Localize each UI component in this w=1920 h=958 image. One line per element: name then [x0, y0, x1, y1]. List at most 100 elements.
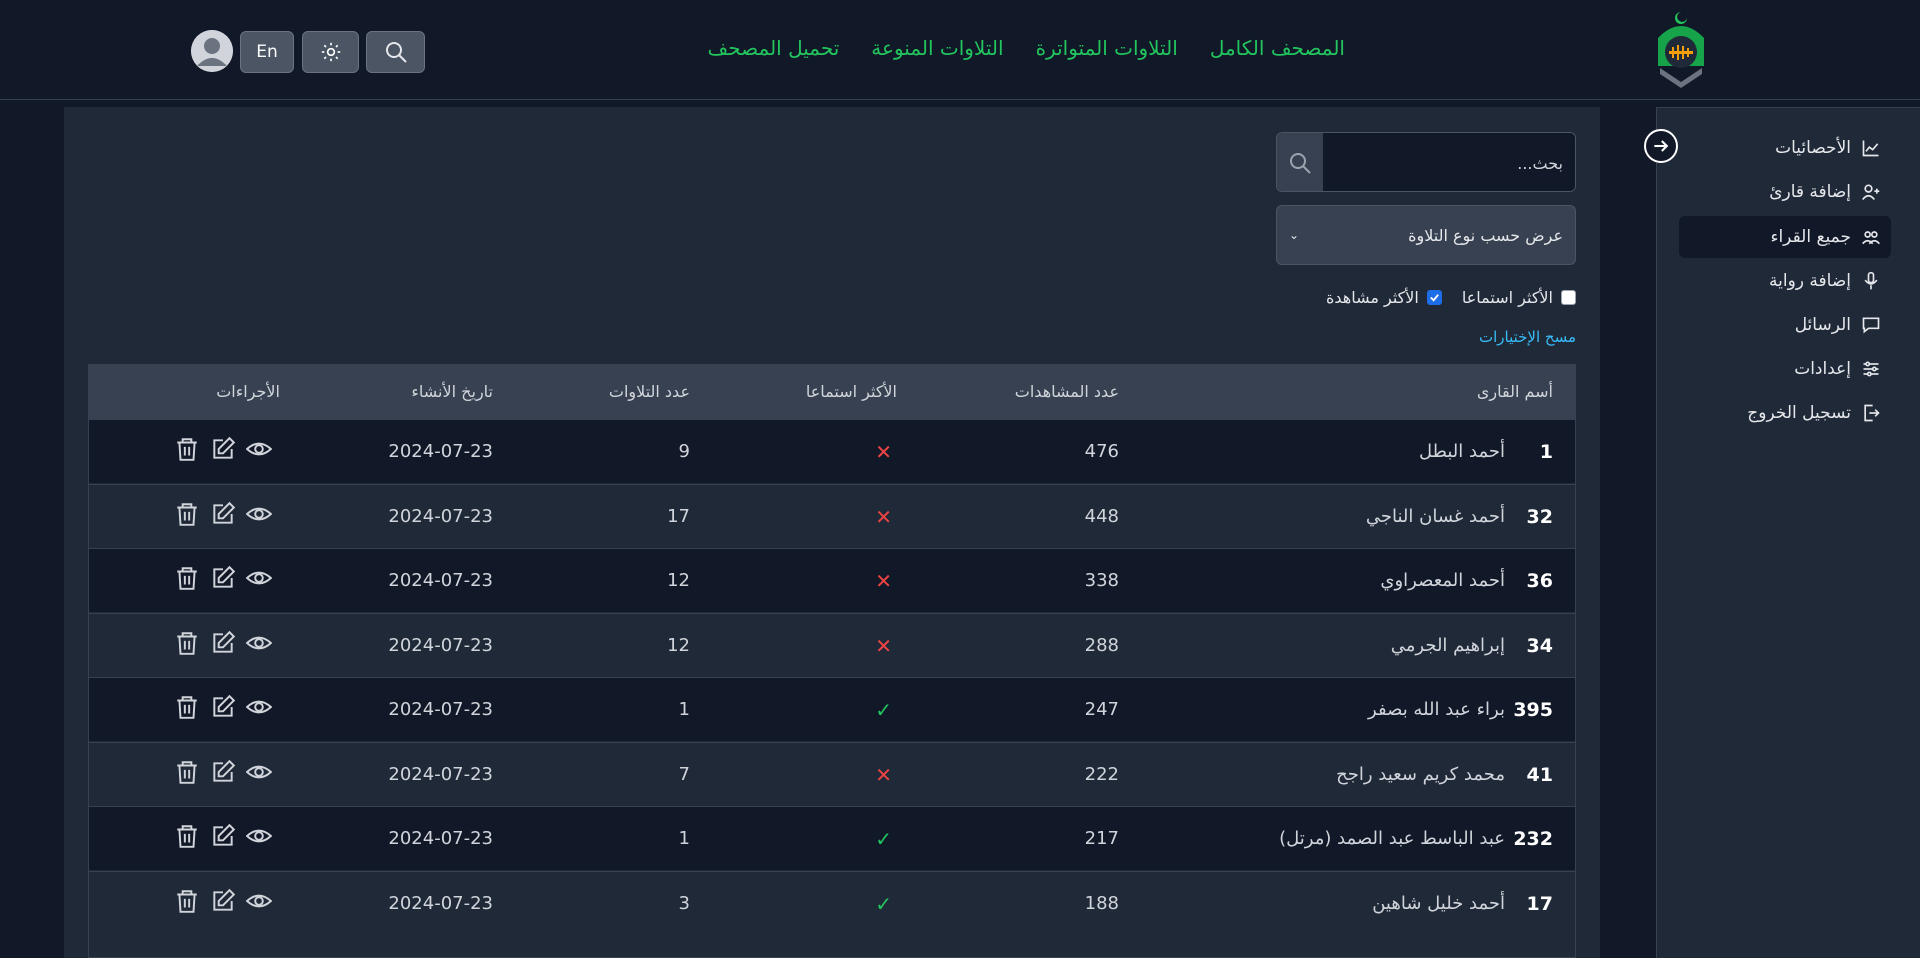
reciter-id: 36	[1526, 570, 1553, 592]
sliders-icon	[1863, 361, 1879, 377]
table-row: 232 عبد الباسط عبد الصمد (مرتل) 217 ✓ 1 …	[89, 806, 1575, 870]
checkbox-label: الأكثر استماعا	[1461, 288, 1553, 307]
row-actions	[173, 563, 273, 593]
nav-various-recitations[interactable]: التلاوات المنوعة	[871, 36, 1003, 60]
filter-checkboxes: الأكثر استماعا الأكثر مشاهدة	[1326, 288, 1576, 307]
users-icon	[1862, 231, 1880, 245]
view-icon[interactable]	[245, 821, 273, 851]
clear-filters-link[interactable]: مسح الإختيارات	[1479, 328, 1576, 346]
recitations-count: 12	[667, 570, 690, 591]
sidebar-item-settings[interactable]: إعدادات	[1679, 348, 1891, 390]
row-actions	[173, 434, 273, 464]
view-icon[interactable]	[245, 757, 273, 787]
delete-icon[interactable]	[173, 692, 201, 722]
edit-icon[interactable]	[209, 563, 237, 593]
delete-icon[interactable]	[173, 628, 201, 658]
recitations-count: 9	[678, 441, 690, 462]
most-listened-filter[interactable]: الأكثر استماعا	[1462, 288, 1576, 307]
view-icon[interactable]	[245, 499, 273, 529]
header-created[interactable]: تاريخ الأنشاء	[411, 365, 493, 419]
avatar[interactable]	[191, 30, 233, 72]
reciter-id: 232	[1513, 828, 1553, 850]
microphone-icon	[1864, 271, 1878, 290]
most-viewed-checkbox[interactable]	[1426, 290, 1442, 305]
search-button[interactable]	[366, 31, 425, 73]
most-viewed-filter[interactable]: الأكثر مشاهدة	[1326, 288, 1442, 307]
language-button[interactable]: En	[240, 31, 294, 73]
logout-icon	[1864, 404, 1880, 422]
theme-toggle-button[interactable]	[302, 31, 359, 73]
recitation-type-select[interactable]: ⌄ عرض حسب نوع التلاوة	[1276, 205, 1576, 265]
edit-icon[interactable]	[209, 628, 237, 658]
sidebar-collapse-button[interactable]	[1644, 129, 1678, 163]
table-row: 17 أحمد خليل شاهين 188 ✓ 3 2024-07-23	[89, 870, 1575, 935]
arrow-right-icon	[1654, 140, 1669, 152]
recitations-count: 1	[678, 699, 690, 720]
main-nav: المصحف الكامل التلاوات المتواترة التلاوا…	[708, 36, 1345, 60]
recitations-count: 3	[678, 892, 690, 914]
nav-full-mushaf[interactable]: المصحف الكامل	[1210, 36, 1345, 60]
recitations-count: 12	[667, 634, 690, 656]
edit-icon[interactable]	[209, 499, 237, 529]
delete-icon[interactable]	[173, 821, 201, 851]
nav-download-mushaf[interactable]: تحميل المصحف	[708, 36, 840, 60]
table-row: 41 محمد كريم سعيد راجح 222 ✕ 7 2024-07-2…	[89, 741, 1575, 806]
view-icon[interactable]	[245, 434, 273, 464]
views-count: 247	[1084, 699, 1119, 720]
search-input[interactable]	[1323, 133, 1575, 191]
reciter-name: أحمد خليل شاهين	[1372, 892, 1505, 914]
delete-icon[interactable]	[173, 499, 201, 529]
edit-icon[interactable]	[209, 434, 237, 464]
created-date: 2024-07-23	[388, 441, 493, 462]
search-field	[1276, 132, 1576, 192]
row-actions	[173, 499, 273, 529]
site-logo[interactable]	[1650, 8, 1712, 90]
views-count: 188	[1084, 892, 1119, 914]
delete-icon[interactable]	[173, 886, 201, 916]
header-name[interactable]: أسم القارى	[1477, 365, 1553, 419]
sidebar-item-statistics[interactable]: الأحصائيات	[1679, 127, 1891, 169]
view-icon[interactable]	[245, 628, 273, 658]
header-most-listened[interactable]: الأكثر استماعا	[806, 365, 897, 419]
views-count: 338	[1084, 570, 1119, 591]
created-date: 2024-07-23	[388, 505, 493, 527]
edit-icon[interactable]	[209, 692, 237, 722]
recitations-count: 7	[678, 763, 690, 785]
search-icon	[1290, 153, 1311, 174]
header-views[interactable]: عدد المشاهدات	[1015, 365, 1119, 419]
sidebar-item-label: الرسائل	[1794, 315, 1851, 335]
reciter-name: أحمد البطل	[1418, 441, 1505, 462]
sidebar-item-messages[interactable]: الرسائل	[1679, 304, 1891, 346]
delete-icon[interactable]	[173, 434, 201, 464]
table-row: 34 إبراهيم الجرمي 288 ✕ 12 2024-07-23	[89, 612, 1575, 677]
edit-icon[interactable]	[209, 886, 237, 916]
most-listened-checkbox[interactable]	[1561, 290, 1576, 305]
table-row: 36 أحمد المعصراوي 338 ✕ 12 2024-07-23	[89, 548, 1575, 612]
edit-icon[interactable]	[209, 757, 237, 787]
header-recitations[interactable]: عدد التلاوات	[609, 365, 690, 419]
row-actions	[173, 886, 273, 916]
sidebar-item-all-reciters[interactable]: جميع القراء	[1679, 216, 1891, 258]
search-submit-button[interactable]	[1277, 133, 1323, 191]
reciter-id: 395	[1513, 699, 1553, 721]
delete-icon[interactable]	[173, 563, 201, 593]
chat-icon	[1862, 317, 1880, 334]
sidebar-item-label: تسجيل الخروج	[1747, 403, 1851, 423]
view-icon[interactable]	[245, 563, 273, 593]
recitations-count: 1	[678, 828, 690, 849]
reciter-name: أحمد المعصراوي	[1380, 570, 1505, 591]
nav-mutawatir-recitations[interactable]: التلاوات المتواترة	[1036, 36, 1178, 60]
sidebar-item-add-reciter[interactable]: إضافة قارئ	[1679, 171, 1891, 213]
sidebar-item-add-narration[interactable]: إضافة رواية	[1679, 260, 1891, 302]
created-date: 2024-07-23	[388, 828, 493, 849]
edit-icon[interactable]	[209, 821, 237, 851]
view-icon[interactable]	[245, 886, 273, 916]
view-icon[interactable]	[245, 692, 273, 722]
reciter-id: 34	[1526, 634, 1553, 657]
reciter-id: 1	[1539, 441, 1553, 463]
views-count: 288	[1084, 634, 1119, 656]
sidebar-item-logout[interactable]: تسجيل الخروج	[1679, 392, 1891, 434]
row-actions	[173, 692, 273, 722]
delete-icon[interactable]	[173, 757, 201, 787]
most-listened-status: ✕	[875, 633, 892, 658]
